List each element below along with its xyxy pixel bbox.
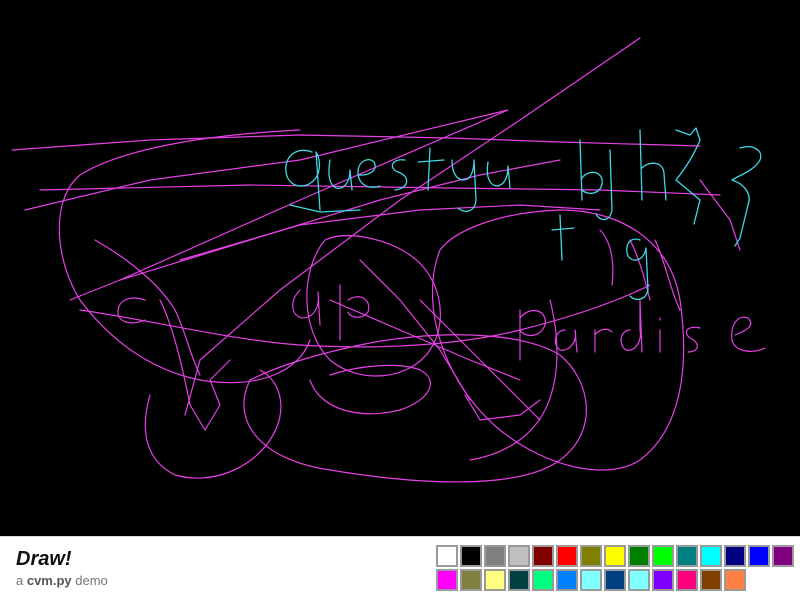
stroke-letter-u <box>328 159 353 191</box>
app-title: Draw! <box>16 548 72 570</box>
stroke-x-1 <box>419 299 541 421</box>
stroke-wide-oval <box>243 334 587 483</box>
stroke-letter-z <box>731 146 762 247</box>
color-swatch[interactable] <box>508 569 530 591</box>
magenta-strokes <box>11 37 766 483</box>
color-swatch[interactable] <box>508 545 530 567</box>
stroke-letter-g <box>626 238 649 301</box>
color-swatch[interactable] <box>748 545 770 567</box>
color-swatch[interactable] <box>460 569 482 591</box>
stroke-letter-k <box>675 127 701 225</box>
color-swatch[interactable] <box>652 545 674 567</box>
stroke-letter-j <box>595 149 613 221</box>
stroke-underline-1 <box>289 204 361 213</box>
app-subtitle: a cvm.py demo <box>16 573 108 589</box>
stroke-letter-f <box>551 214 575 261</box>
stroke-x-2 <box>359 259 471 401</box>
color-swatch[interactable] <box>676 569 698 591</box>
stroke-handwriting-apl <box>292 284 370 341</box>
color-swatch[interactable] <box>724 569 746 591</box>
drawing-surface[interactable] <box>0 0 800 536</box>
color-swatch[interactable] <box>628 545 650 567</box>
bottom-toolbar: Draw! a cvm.py demo <box>0 536 800 600</box>
stroke-cross-diagonal-2 <box>179 204 601 261</box>
color-swatch[interactable] <box>556 569 578 591</box>
subtitle-suffix: demo <box>71 573 108 588</box>
drawing-canvas[interactable] <box>0 0 800 536</box>
stroke-letter-y <box>451 159 477 212</box>
color-swatch[interactable] <box>484 569 506 591</box>
color-swatch[interactable] <box>628 569 650 591</box>
stroke-letter-t <box>417 147 445 191</box>
subtitle-name: cvm.py <box>26 573 72 588</box>
color-swatch[interactable] <box>484 545 506 567</box>
color-swatch[interactable] <box>772 545 794 567</box>
color-swatch[interactable] <box>580 569 602 591</box>
stroke-middle-loop <box>306 235 441 377</box>
color-swatch[interactable] <box>676 545 698 567</box>
stroke-diagonal-right <box>699 179 741 251</box>
stroke-letter-u2 <box>486 161 511 189</box>
color-swatch[interactable] <box>436 569 458 591</box>
stroke-big-loop-left <box>58 129 311 384</box>
stroke-inner-loop <box>309 364 431 415</box>
color-swatch[interactable] <box>604 569 626 591</box>
stroke-letter-s <box>391 159 408 191</box>
color-swatch[interactable] <box>580 545 602 567</box>
stroke-long-diagonal <box>11 134 701 151</box>
stroke-letter-b <box>579 139 603 201</box>
stroke-pointed <box>464 394 541 421</box>
app-window: Draw! a cvm.py demo <box>0 0 800 600</box>
color-swatch[interactable] <box>436 545 458 567</box>
color-swatch[interactable] <box>604 545 626 567</box>
subtitle-prefix: a <box>16 573 27 588</box>
color-swatch[interactable] <box>652 569 674 591</box>
stroke-long-s <box>79 284 651 348</box>
color-swatch[interactable] <box>532 569 554 591</box>
color-swatch[interactable] <box>532 545 554 567</box>
brand-block: Draw! a cvm.py demo <box>16 547 108 589</box>
color-swatch[interactable] <box>724 545 746 567</box>
stroke-top-sweep <box>24 109 509 301</box>
stroke-letter-h <box>639 129 667 201</box>
color-swatch[interactable] <box>556 545 578 567</box>
color-swatch[interactable] <box>460 545 482 567</box>
stroke-steep-diagonal <box>184 37 641 416</box>
stroke-small-loops <box>599 229 681 311</box>
color-swatch[interactable] <box>700 545 722 567</box>
color-palette <box>436 545 794 591</box>
color-swatch[interactable] <box>700 569 722 591</box>
